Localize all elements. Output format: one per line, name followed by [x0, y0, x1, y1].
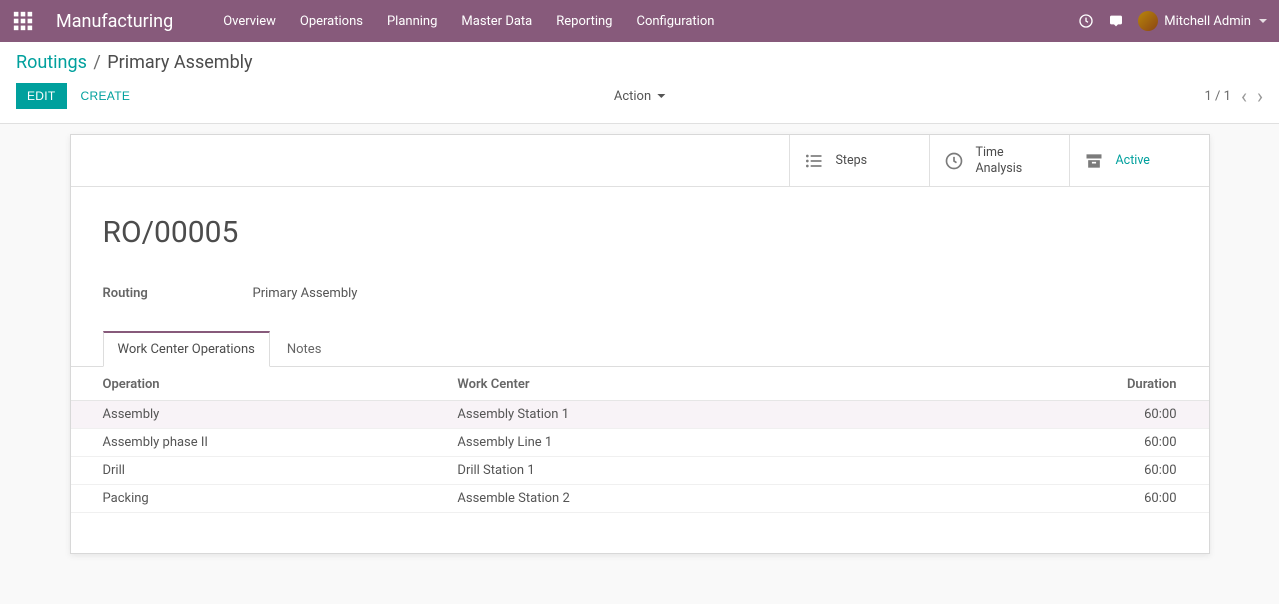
table-row[interactable]: Packing Assemble Station 2 60:00: [71, 485, 1209, 513]
pager-count: 1 / 1: [1205, 89, 1231, 104]
table-row[interactable]: Drill Drill Station 1 60:00: [71, 457, 1209, 485]
tab-notes[interactable]: Notes: [272, 332, 337, 366]
activity-icon[interactable]: [1078, 13, 1094, 29]
clock-icon: [944, 151, 964, 171]
user-name: Mitchell Admin: [1164, 14, 1251, 29]
breadcrumb-current: Primary Assembly: [107, 52, 252, 73]
action-label: Action: [614, 89, 651, 104]
sheet-body: RO/00005 Routing Primary Assembly Work C…: [71, 187, 1209, 553]
avatar: [1138, 11, 1158, 31]
cell-duration: 60:00: [1038, 457, 1209, 485]
record-title: RO/00005: [103, 215, 1177, 250]
stat-time-analysis[interactable]: Time Analysis: [929, 135, 1069, 186]
button-box: Steps Time Analysis Active: [71, 135, 1209, 187]
cell-duration: 60:00: [1038, 429, 1209, 457]
th-duration: Duration: [1038, 367, 1209, 401]
cell-duration: 60:00: [1038, 485, 1209, 513]
pager-next[interactable]: ›: [1257, 86, 1263, 106]
nav-overview[interactable]: Overview: [211, 0, 288, 42]
cell-operation: Packing: [71, 485, 458, 513]
action-dropdown[interactable]: Action: [614, 89, 665, 104]
tabs: Work Center Operations Notes: [71, 331, 1209, 367]
stat-time-line1: Time: [976, 145, 1004, 160]
cell-workcenter: Assemble Station 2: [457, 485, 1037, 513]
operations-table: Operation Work Center Duration Assembly …: [71, 367, 1209, 513]
cell-duration: 60:00: [1038, 401, 1209, 429]
chat-icon[interactable]: [1108, 13, 1124, 29]
nav-configuration[interactable]: Configuration: [624, 0, 726, 42]
routing-label: Routing: [103, 286, 253, 301]
breadcrumb-parent[interactable]: Routings: [16, 52, 87, 73]
field-routing: Routing Primary Assembly: [103, 286, 1177, 301]
stat-time-label: Time Analysis: [976, 145, 1023, 176]
routing-value: Primary Assembly: [253, 286, 358, 301]
apps-icon[interactable]: [12, 10, 34, 32]
cell-operation: Drill: [71, 457, 458, 485]
cell-operation: Assembly phase II: [71, 429, 458, 457]
th-workcenter: Work Center: [457, 367, 1037, 401]
main-area: Steps Time Analysis Active RO/00005: [0, 124, 1279, 584]
list-icon: [804, 151, 824, 171]
breadcrumb-sep: /: [93, 52, 100, 73]
caret-down-icon: [1259, 19, 1267, 23]
edit-button[interactable]: EDIT: [16, 83, 67, 109]
table-row[interactable]: Assembly Assembly Station 1 60:00: [71, 401, 1209, 429]
stat-steps[interactable]: Steps: [789, 135, 929, 186]
form-sheet: Steps Time Analysis Active RO/00005: [70, 134, 1210, 554]
control-panel: Routings / Primary Assembly EDIT CREATE …: [0, 42, 1279, 124]
th-operation: Operation: [71, 367, 458, 401]
nav-operations[interactable]: Operations: [288, 0, 375, 42]
module-title[interactable]: Manufacturing: [56, 11, 173, 32]
archive-icon: [1084, 151, 1104, 171]
create-button[interactable]: CREATE: [67, 84, 141, 108]
cell-workcenter: Assembly Station 1: [457, 401, 1037, 429]
nav-planning[interactable]: Planning: [375, 0, 449, 42]
topbar: Manufacturing Overview Operations Planni…: [0, 0, 1279, 42]
topbar-right: Mitchell Admin: [1078, 11, 1267, 31]
cell-operation: Assembly: [71, 401, 458, 429]
pager-prev[interactable]: ‹: [1241, 86, 1247, 106]
tab-work-center-operations[interactable]: Work Center Operations: [103, 331, 270, 367]
nav-reporting[interactable]: Reporting: [544, 0, 624, 42]
stat-active-label: Active: [1116, 153, 1150, 169]
nav-menu: Overview Operations Planning Master Data…: [211, 0, 726, 42]
user-menu[interactable]: Mitchell Admin: [1138, 11, 1267, 31]
breadcrumb: Routings / Primary Assembly: [16, 52, 1263, 73]
stat-time-line2: Analysis: [976, 161, 1023, 176]
pager: 1 / 1 ‹ ›: [1205, 86, 1263, 106]
stat-steps-label: Steps: [836, 153, 868, 169]
table-row[interactable]: Assembly phase II Assembly Line 1 60:00: [71, 429, 1209, 457]
nav-master-data[interactable]: Master Data: [449, 0, 544, 42]
cell-workcenter: Drill Station 1: [457, 457, 1037, 485]
stat-active[interactable]: Active: [1069, 135, 1209, 186]
caret-down-icon: [657, 94, 665, 98]
cell-workcenter: Assembly Line 1: [457, 429, 1037, 457]
